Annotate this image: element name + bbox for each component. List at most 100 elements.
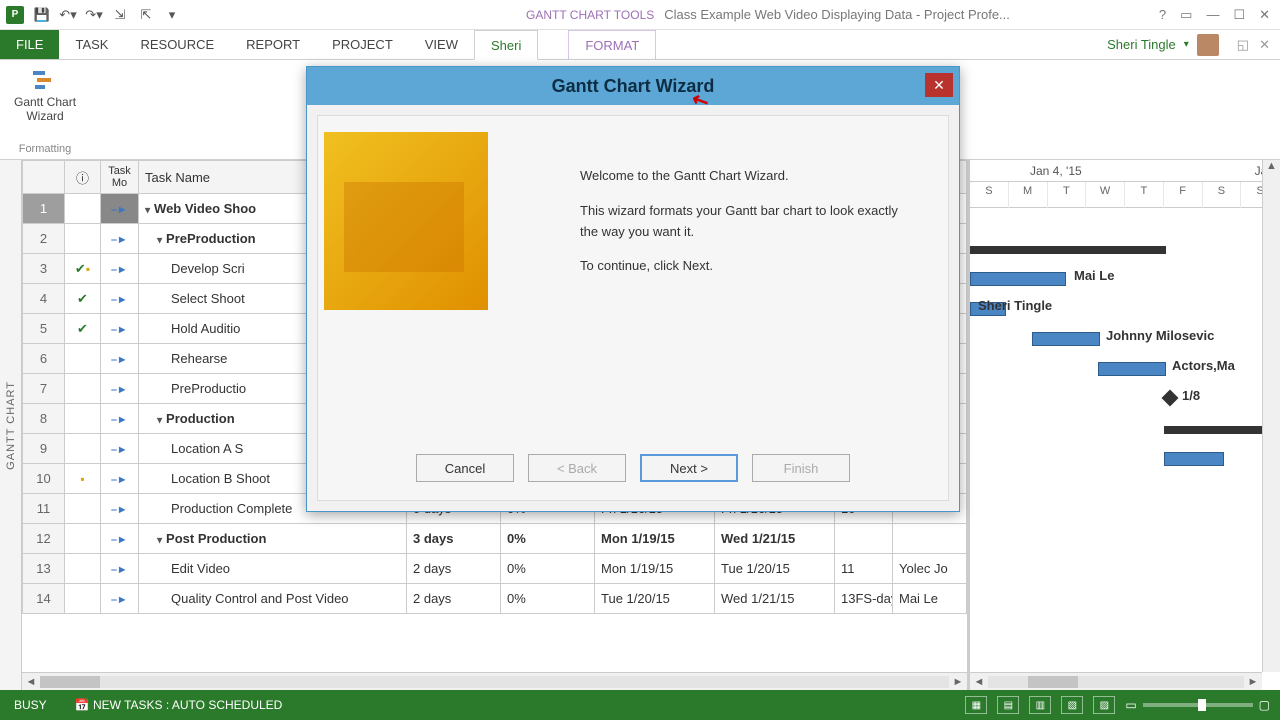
tab-file[interactable]: FILE [0,30,59,59]
row-number[interactable]: 1 [23,194,65,224]
task-mode-cell[interactable]: ⎯► [101,284,139,314]
milestone-marker[interactable] [1162,390,1179,407]
summary-bar[interactable] [1164,426,1264,434]
tab-resource[interactable]: RESOURCE [124,30,230,59]
close-document-icon[interactable]: ✕ [1259,37,1270,53]
indicator-cell[interactable] [65,404,101,434]
select-all-corner[interactable] [23,161,65,194]
scroll-left-icon[interactable]: ◄ [970,676,988,688]
task-name-cell[interactable]: Post Production [139,524,407,554]
table-row[interactable]: 14⎯►Quality Control and Post Video2 days… [23,584,967,614]
save-icon[interactable]: 💾 [34,7,50,23]
indicator-cell[interactable] [65,434,101,464]
task-mode-cell[interactable]: ⎯► [101,584,139,614]
row-number[interactable]: 3 [23,254,65,284]
status-new-tasks[interactable]: 📅 NEW TASKS : AUTO SCHEDULED [61,698,297,712]
scroll-right-icon[interactable]: ► [1244,676,1262,688]
row-number[interactable]: 10 [23,464,65,494]
back-button[interactable]: < Back [528,454,626,482]
task-bar[interactable] [1098,362,1166,376]
grid-horizontal-scrollbar[interactable]: ◄ ► [22,672,967,690]
scroll-left-icon[interactable]: ◄ [22,676,40,688]
indicator-cell[interactable]: ✔ [65,284,101,314]
ribbon-minimize-icon[interactable]: ▭ [1180,7,1192,23]
indicator-cell[interactable] [65,494,101,524]
row-number[interactable]: 14 [23,584,65,614]
indicator-cell[interactable] [65,374,101,404]
window-maximize-icon[interactable]: ☐ [1233,7,1245,23]
task-name-cell[interactable]: Edit Video [139,554,407,584]
indicator-cell[interactable]: ✔▪ [65,254,101,284]
next-button[interactable]: Next > [640,454,738,482]
view-task-usage-icon[interactable]: ▤ [997,696,1019,714]
indicator-cell[interactable] [65,584,101,614]
row-number[interactable]: 11 [23,494,65,524]
unlink-icon[interactable]: ⇱ [138,7,154,23]
row-number[interactable]: 6 [23,344,65,374]
task-mode-cell[interactable]: ⎯► [101,524,139,554]
task-mode-cell[interactable]: ⎯► [101,554,139,584]
gantt-horizontal-scrollbar[interactable]: ◄ ► [970,672,1262,690]
row-number[interactable]: 5 [23,314,65,344]
task-mode-cell[interactable]: ⎯► [101,254,139,284]
task-mode-cell[interactable]: ⎯► [101,314,139,344]
row-number[interactable]: 8 [23,404,65,434]
view-resource-sheet-icon[interactable]: ▧ [1061,696,1083,714]
link-icon[interactable]: ⇲ [112,7,128,23]
indicator-cell[interactable]: ▪ [65,464,101,494]
row-number[interactable]: 9 [23,434,65,464]
row-number[interactable]: 7 [23,374,65,404]
task-bar[interactable] [970,272,1066,286]
help-icon[interactable]: ? [1159,7,1166,23]
row-number[interactable]: 13 [23,554,65,584]
tab-report[interactable]: REPORT [230,30,316,59]
task-mode-cell[interactable]: ⎯► [101,224,139,254]
tab-project[interactable]: PROJECT [316,30,409,59]
task-bar[interactable] [1032,332,1100,346]
tab-sheri[interactable]: Sheri [474,30,538,60]
task-mode-cell[interactable]: ⎯► [101,194,139,224]
dialog-close-button[interactable]: ✕ [925,73,953,97]
indicator-cell[interactable] [65,524,101,554]
gantt-timescale[interactable]: Jan 4, '15Jan SMTWTFSS [970,160,1280,208]
zoom-out-icon[interactable]: ▭ [1125,698,1136,712]
tab-view[interactable]: VIEW [409,30,474,59]
view-report-icon[interactable]: ▨ [1093,696,1115,714]
gantt-chart-wizard-button[interactable]: Gantt Chart Wizard [14,66,76,124]
cancel-button[interactable]: Cancel [416,454,514,482]
finish-button[interactable]: Finish [752,454,850,482]
task-mode-cell[interactable]: ⎯► [101,494,139,524]
task-mode-cell[interactable]: ⎯► [101,404,139,434]
window-minimize-icon[interactable]: — [1206,7,1219,23]
user-avatar[interactable] [1197,34,1219,56]
task-mode-cell[interactable]: ⎯► [101,464,139,494]
indicator-cell[interactable] [65,194,101,224]
task-mode-cell[interactable]: ⎯► [101,374,139,404]
table-row[interactable]: 13⎯►Edit Video2 days0%Mon 1/19/15Tue 1/2… [23,554,967,584]
view-side-label[interactable]: GANTT CHART [0,160,22,690]
table-row[interactable]: 12⎯►Post Production3 days0%Mon 1/19/15We… [23,524,967,554]
restore-window-icon[interactable]: ◱ [1237,37,1249,53]
task-mode-cell[interactable]: ⎯► [101,344,139,374]
scroll-up-icon[interactable]: ▲ [1263,160,1280,178]
indicator-cell[interactable]: ✔ [65,314,101,344]
task-bar[interactable] [1164,452,1224,466]
qat-customize-icon[interactable]: ▾ [164,7,180,23]
col-indicators[interactable]: ⓘ [65,161,101,194]
task-name-cell[interactable]: Quality Control and Post Video [139,584,407,614]
indicator-cell[interactable] [65,224,101,254]
signed-in-user[interactable]: Sheri Tingle [1107,37,1176,52]
gantt-chart-area[interactable]: Mai Le Sheri Tingle Johnny Milosevic Act… [970,208,1280,690]
col-task-mode[interactable]: Task Mo [101,161,139,194]
indicator-cell[interactable] [65,344,101,374]
tab-format[interactable]: FORMAT [568,30,656,59]
window-close-icon[interactable]: ✕ [1259,7,1270,23]
undo-icon[interactable]: ↶▾ [60,7,76,23]
row-number[interactable]: 12 [23,524,65,554]
view-team-planner-icon[interactable]: ▥ [1029,696,1051,714]
indicator-cell[interactable] [65,554,101,584]
gantt-vertical-scrollbar[interactable]: ▲ [1262,160,1280,672]
row-number[interactable]: 4 [23,284,65,314]
scroll-right-icon[interactable]: ► [949,676,967,688]
summary-bar[interactable] [970,246,1166,254]
